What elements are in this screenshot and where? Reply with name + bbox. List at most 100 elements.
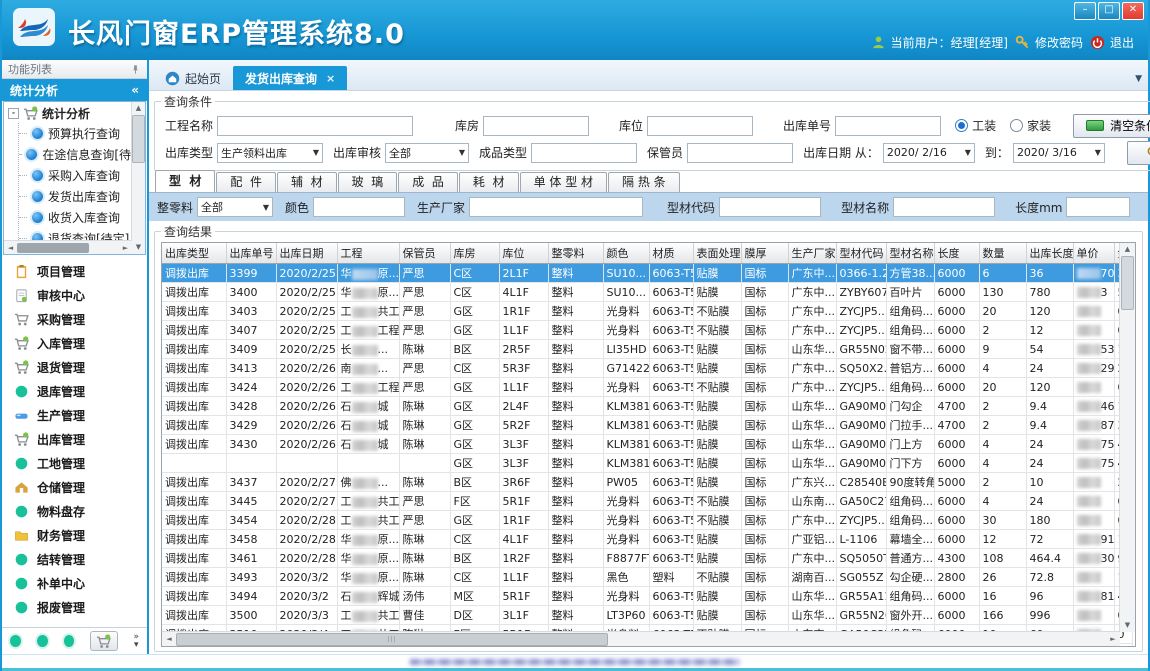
column-header[interactable]: 保管员 [399,243,450,264]
change-password-link[interactable]: 修改密码 [1015,34,1083,51]
table-row[interactable]: 调拨出库34292020/2/26石城陈琳G区5R2F整料KLM38176063… [162,416,1132,435]
column-header[interactable]: 单价 [1073,243,1114,264]
column-header[interactable]: 出库日期 [276,243,337,264]
column-header[interactable]: 型材名称 [886,243,934,264]
module-dot-icon[interactable] [10,635,21,647]
column-header[interactable]: 生产厂家 [788,243,836,264]
tree-item[interactable]: 预算执行查询 [19,123,131,144]
material-tab[interactable]: 单 体 型 材 [520,172,607,192]
sidebar-module-green-dot[interactable]: 报废管理 [2,595,147,619]
maximize-button[interactable]: □ [1098,2,1120,20]
material-tab[interactable]: 隔 热 条 [608,172,680,192]
sidebar-module-note[interactable]: 审核中心 [2,283,147,307]
table-row[interactable]: 调拨出库34372020/2/27佛...陈琳B区3R6F整料PW056063-… [162,473,1132,492]
table-row[interactable]: 调拨出库34282020/2/26石城陈琳G区2L4F整料KLM38176063… [162,397,1132,416]
audit-select[interactable]: 全部▼ [385,143,469,163]
sidebar-module-green-dot[interactable]: 物料盘存 [2,499,147,523]
column-header[interactable]: 出库类型 [162,243,226,264]
module-cart-button[interactable] [90,631,117,651]
tree-item[interactable]: 收货入库查询 [19,207,131,228]
logout-link[interactable]: 退出 [1090,34,1134,51]
column-header[interactable]: 库房 [450,243,499,264]
table-row[interactable]: 调拨出库34072020/2/25工工程严思G区1L1F整料光身料6063-T5… [162,321,1132,340]
material-tab[interactable]: 成 品 [398,172,458,192]
sidebar-overflow-icon[interactable]: »▾ [134,633,140,649]
close-button[interactable]: ✕ [1122,2,1144,20]
minimize-button[interactable]: – [1074,2,1096,20]
location-input[interactable] [647,116,753,136]
table-row[interactable]: 调拨出库34582020/2/28华原...陈琳C区4L1F整料光身料6063-… [162,530,1132,549]
tree-root[interactable]: - 统计分析 [4,102,145,123]
length-input[interactable] [1066,197,1130,217]
tab-shipment-query[interactable]: 发货出库查询 × [233,66,347,90]
sidebar-module-cart[interactable]: 采购管理 [2,307,147,331]
sidebar-module-clipboard[interactable]: 项目管理 [2,259,147,283]
material-tab[interactable]: 玻 璃 [338,172,398,192]
table-row[interactable]: 调拨出库34302020/2/26石城陈琳G区3L3F整料KLM38176063… [162,435,1132,454]
module-dot-icon[interactable] [37,635,48,647]
date-to-picker[interactable]: 2020/ 3/16▼ [1013,143,1105,163]
material-tab[interactable]: 型 材 [155,170,215,192]
table-row[interactable]: 调拨出库34132020/2/26南...严思C区5R3F整料G71422606… [162,359,1132,378]
out-type-select[interactable]: 生产领料出库▼ [217,143,323,163]
warehouse-input[interactable] [483,116,589,136]
product-type-input[interactable] [531,143,637,163]
sidebar-module-green-dot[interactable]: 补单中心 [2,571,147,595]
column-header[interactable]: 型材代码 [836,243,886,264]
column-header[interactable]: 颜色 [603,243,649,264]
section-header[interactable]: 统计分析 « [2,79,147,101]
material-tab[interactable]: 配 件 [216,172,276,192]
vertical-scrollbar[interactable]: ▲▼ [1119,243,1135,632]
column-header[interactable]: 出库长度 [1026,243,1073,264]
sidebar-module-green-dot[interactable]: 工地管理 [2,451,147,475]
search-button[interactable]: 查 询 [1127,141,1150,165]
project-name-input[interactable] [217,116,413,136]
sidebar-module-green-dot[interactable]: 退库管理 [2,379,147,403]
column-header[interactable]: 膜厚 [741,243,788,264]
sidebar-module-cart-green[interactable]: 退货管理 [2,355,147,379]
table-row[interactable]: 调拨出库35002020/3/3工共工程曹佳D区3L1F整料LT3P606063… [162,606,1132,625]
table-row[interactable]: 调拨出库34452020/2/27工共工程严思F区5R1F整料光身料6063-T… [162,492,1132,511]
tree-item[interactable]: 在途信息查询[待 [19,144,131,165]
column-header[interactable]: 整零料 [548,243,603,264]
tree-item[interactable]: 采购入库查询 [19,165,131,186]
table-row[interactable]: 调拨出库34032020/2/25工共工程严思G区1R1F整料光身料6063-T… [162,302,1132,321]
pin-icon[interactable] [130,64,141,75]
column-header[interactable]: 材质 [649,243,693,264]
clear-conditions-button[interactable]: 清空条件 [1073,114,1150,138]
collapse-icon[interactable]: « [131,83,139,97]
module-dot-icon[interactable] [64,635,75,647]
column-header[interactable]: 长度 [934,243,979,264]
column-header[interactable]: 数量 [979,243,1026,264]
tab-home[interactable]: 起始页 [153,66,233,90]
radio-industrial[interactable]: 工装 [955,117,996,134]
tab-overflow-icon[interactable]: ▼ [1135,74,1142,84]
table-row[interactable]: 调拨出库34002020/2/25华原...严思C区4L1F整料SU10...6… [162,283,1132,302]
tree-horizontal-scrollbar[interactable]: ◄► [4,240,132,254]
horizontal-scrollbar[interactable]: ◄|||► [162,631,1120,646]
sidebar-module-house[interactable]: 仓储管理 [2,475,147,499]
radio-home-decor[interactable]: 家装 [1010,117,1051,134]
tree-item[interactable]: 发货出库查询 [19,186,131,207]
table-row[interactable]: 调拨出库34542020/2/28工共工程严思G区1R1F整料光身料6063-T… [162,511,1132,530]
material-tab[interactable]: 辅 材 [277,172,337,192]
column-header[interactable]: 出库单号 [226,243,276,264]
tree-vertical-scrollbar[interactable]: ▲▼ [131,102,145,254]
color-input[interactable] [313,197,405,217]
maker-input[interactable] [469,197,643,217]
order-no-input[interactable] [835,116,941,136]
tree-expander-icon[interactable]: - [8,108,19,119]
table-row[interactable]: 调拨出库34612020/2/28华原...陈琳B区1R2F整料F8877FT6… [162,549,1132,568]
sidebar-module-green-dot[interactable]: 结转管理 [2,547,147,571]
column-header[interactable]: 库位 [499,243,548,264]
table-row[interactable]: 调拨出库34242020/2/26工工程严思G区1L1F整料光身料6063-T5… [162,378,1132,397]
profile-code-input[interactable] [719,197,821,217]
table-row[interactable]: 调拨出库34932020/3/2华原...陈琳C区1L1F整料黑色塑料不贴膜国标… [162,568,1132,587]
sidebar-module-cart-green[interactable]: 出库管理 [2,427,147,451]
sidebar-module-cart-green[interactable]: 入库管理 [2,331,147,355]
material-tab[interactable]: 耗 材 [459,172,519,192]
keeper-input[interactable] [687,143,793,163]
date-from-picker[interactable]: 2020/ 2/16▼ [883,143,975,163]
column-header[interactable]: 表面处理 [693,243,741,264]
table-row[interactable]: 调拨出库34942020/3/2石辉城汤伟M区5R1F整料光身料6063-T5贴… [162,587,1132,606]
